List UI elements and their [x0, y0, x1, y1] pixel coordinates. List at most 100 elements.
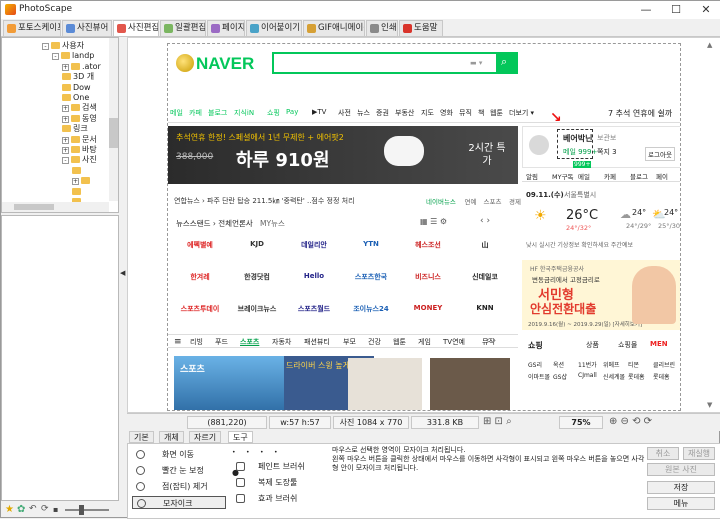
expand-icon[interactable]: + — [72, 178, 79, 186]
tree-node[interactable]: + 동영 — [62, 113, 97, 124]
slider-thumb[interactable] — [79, 505, 84, 515]
tab-3[interactable]: 일괄편집 — [160, 20, 206, 36]
naver-menu-item: 쇼핑 — [267, 109, 280, 117]
tree-node[interactable]: 3D 개 — [62, 71, 94, 82]
tree-node[interactable]: + .ator — [62, 61, 101, 72]
tool-clone-stamp[interactable]: 복제 도장툴 — [232, 476, 326, 489]
tool-label: 빨간 눈 보정 — [162, 466, 204, 475]
thumb-size-slider[interactable] — [65, 509, 109, 511]
scroll-up-icon[interactable]: ▲ — [707, 41, 712, 49]
news-prev-next-icon: ‹ › — [480, 216, 491, 226]
login-tab: 메일 — [578, 173, 590, 181]
save-button[interactable]: 저장 — [647, 481, 715, 494]
minimize-button[interactable]: — — [631, 1, 661, 19]
tree-node[interactable]: + 바탕 — [62, 144, 97, 155]
tree-node[interactable] — [72, 165, 83, 176]
shopping-mall-link: 위메프 — [603, 362, 620, 369]
tree-node[interactable]: + 문서 — [62, 134, 97, 145]
tree-node[interactable]: + — [72, 175, 92, 186]
tool-tab-2[interactable]: 자르기 — [189, 431, 222, 443]
press-logo: 에펙별예 — [187, 241, 213, 249]
brush-size-2[interactable]: • — [246, 449, 250, 456]
status-icons[interactable]: ⊞ ⊡ ⌕ — [483, 416, 512, 427]
panel-splitter[interactable]: ◀ — [119, 37, 127, 507]
naver-menu-item: 지식iN — [234, 109, 255, 117]
tab-8[interactable]: 도움말 — [399, 20, 443, 36]
folder-tree[interactable]: - 사용자 - landp + .ator 3D 개 Dow One + 검색 + 동영 링크 + 문서 + 바탕… — [1, 37, 119, 213]
tool-paint-brush[interactable]: 페인트 브러쉬 — [232, 460, 326, 473]
tool-tab-3[interactable]: 도구 — [228, 431, 253, 443]
tree-node[interactable]: 링크 — [62, 123, 88, 134]
tab-icon — [211, 24, 220, 33]
expand-icon[interactable]: + — [62, 63, 69, 71]
tool-tab-0[interactable]: 기본 — [129, 431, 154, 443]
expand-icon[interactable]: + — [62, 136, 69, 144]
edited-image[interactable]: NAVER ▬ ▾ ⌕ 메일 카페 블로그 지식iN 쇼핑 Pay ▶TV 사전 뉴스 증권 부동산… — [167, 43, 681, 411]
tree-label: Dow — [73, 82, 91, 92]
tree-vertical-scrollbar[interactable] — [109, 38, 118, 201]
naver-menu-item: 지도 — [421, 109, 434, 117]
star-icon[interactable]: ★ — [5, 504, 14, 515]
tree-node[interactable]: - landp — [52, 50, 94, 61]
tool-red-eye[interactable]: 빨간 눈 보정 — [132, 464, 226, 477]
selection-size: w:57 h:57 — [269, 416, 331, 429]
expand-icon[interactable]: + — [62, 147, 69, 154]
tree-node[interactable]: Dow — [62, 82, 91, 93]
tool-label: 효과 브러쉬 — [258, 494, 298, 503]
tab-5[interactable]: 이어붙이기 — [246, 20, 302, 36]
tab-7[interactable]: 인쇄 — [366, 20, 398, 36]
brush-size-1[interactable]: • — [232, 449, 236, 456]
original-photo-button[interactable]: 원본 사진 — [647, 463, 715, 476]
small-thumb-icon[interactable]: ▪ — [53, 505, 58, 514]
category-prev-next-icon: ‹ › — [486, 336, 497, 346]
maximize-button[interactable]: ☐ — [661, 1, 691, 19]
brush-sizes[interactable]: • • • • ● — [228, 449, 288, 477]
press-logo: Hello — [303, 272, 325, 280]
tab-6[interactable]: GIF애니메이션 — [303, 20, 365, 36]
tool-spot-remove[interactable]: 점(잡티) 제거 — [132, 480, 226, 493]
news-link: 경제 — [509, 198, 521, 206]
tab-icon — [307, 24, 316, 33]
close-button[interactable]: ✕ — [691, 1, 720, 19]
tool-mosaic[interactable]: 모자이크 — [132, 496, 226, 509]
ad-banner: 추석연휴 한정! 스페셜에서 1년 무제한 + 에어팟2 388,000 하루 … — [168, 126, 518, 184]
brush-size-3[interactable]: • — [260, 449, 264, 456]
undo-button[interactable]: 취소 — [647, 447, 679, 460]
collapse-arrow-icon[interactable]: ◀ — [120, 269, 125, 277]
collapse-icon[interactable]: - — [62, 157, 69, 165]
tab-4[interactable]: 페이지 — [207, 20, 245, 36]
zoom-icons[interactable]: ⊕ ⊖ ⟲ ⟳ — [609, 416, 652, 427]
expand-icon[interactable]: + — [62, 115, 69, 123]
folder-icon — [62, 73, 71, 81]
leaf-icon[interactable]: ✿ — [17, 504, 25, 515]
category-item: 웹툰 — [393, 338, 406, 346]
tree-node[interactable] — [72, 186, 83, 197]
tool-effect-brush[interactable]: 효과 브러쉬 — [232, 492, 326, 505]
login-tab: 블로그 — [630, 173, 648, 181]
thumbnail-panel[interactable] — [1, 215, 119, 501]
tree-node[interactable]: + 검색 — [62, 102, 97, 113]
zoom-level[interactable]: 75% — [559, 416, 603, 429]
redo-button[interactable]: 재실행 — [683, 447, 715, 460]
collapse-icon[interactable]: - — [42, 43, 49, 50]
tree-horizontal-scrollbar[interactable] — [2, 202, 109, 212]
tree-node[interactable]: - 사진 — [62, 154, 97, 165]
scroll-down-icon[interactable]: ▼ — [707, 401, 712, 409]
tree-node[interactable]: One — [62, 92, 89, 103]
tree-node[interactable]: - 사용자 — [42, 40, 84, 51]
tool-label: 모자이크 — [163, 499, 193, 508]
refresh-icon[interactable]: ⟳ — [41, 504, 49, 514]
tool-hand[interactable]: 화면 이동 — [132, 448, 226, 461]
back-icon[interactable]: ↶ — [29, 504, 37, 514]
expand-icon[interactable]: + — [62, 105, 69, 113]
brush-size-4[interactable]: • — [274, 449, 278, 456]
tab-2[interactable]: 사진편집 — [113, 20, 159, 36]
category-item: 스포츠 — [240, 338, 260, 346]
menu-button[interactable]: 메뉴 — [647, 497, 715, 510]
tab-0[interactable]: 포토스케이프 — [3, 20, 61, 36]
shopping-mall-link: GS리 — [528, 362, 542, 369]
tool-tab-1[interactable]: 개체 — [159, 431, 184, 443]
collapse-icon[interactable]: - — [52, 53, 59, 61]
tree-label: 사용자 — [62, 41, 85, 50]
tab-1[interactable]: 사진뷰어 — [62, 20, 112, 36]
